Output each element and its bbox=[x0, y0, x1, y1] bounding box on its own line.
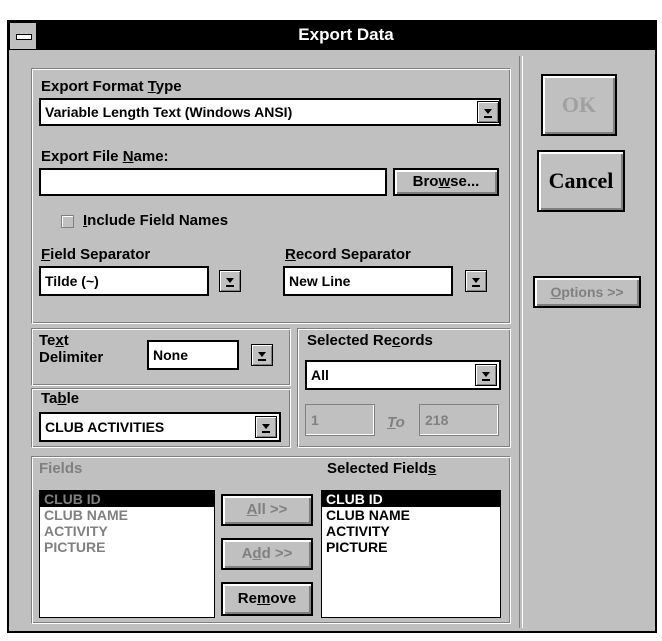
table-dropdown-button[interactable] bbox=[255, 416, 277, 438]
browse-button[interactable]: Browse... bbox=[393, 168, 499, 196]
available-fields-list[interactable]: CLUB ID CLUB NAME ACTIVITY PICTURE bbox=[39, 490, 215, 618]
list-item[interactable]: PICTURE bbox=[40, 539, 214, 555]
export-file-name-label: Export File Name: bbox=[41, 148, 169, 165]
list-item[interactable]: CLUB ID bbox=[322, 491, 500, 507]
record-separator-select[interactable]: New Line bbox=[283, 266, 453, 296]
field-separator-select[interactable]: Tilde (~) bbox=[39, 266, 209, 296]
field-separator-label: Field Separator bbox=[41, 246, 151, 263]
selected-fields-label: Selected Fields bbox=[327, 460, 437, 477]
right-divider bbox=[519, 56, 523, 628]
options-button[interactable]: Options >> bbox=[533, 276, 641, 308]
export-data-dialog: Export Data Export Format Type Variable … bbox=[7, 20, 657, 633]
export-file-name-input[interactable] bbox=[39, 168, 387, 196]
record-to-label: To bbox=[387, 414, 405, 431]
system-menu-icon bbox=[16, 34, 32, 40]
selected-fields-list[interactable]: CLUB ID CLUB NAME ACTIVITY PICTURE bbox=[321, 490, 501, 618]
field-separator-dropdown-button[interactable] bbox=[219, 270, 241, 292]
export-format-dropdown-button[interactable] bbox=[477, 101, 499, 123]
list-item[interactable]: PICTURE bbox=[322, 539, 500, 555]
list-item[interactable]: CLUB NAME bbox=[40, 507, 214, 523]
table-label: Table bbox=[41, 390, 80, 407]
include-field-names-checkbox[interactable] bbox=[61, 215, 74, 228]
title-bar: Export Data bbox=[9, 22, 655, 50]
ok-button[interactable]: OK bbox=[541, 74, 617, 136]
selected-records-select[interactable]: All bbox=[305, 360, 501, 390]
add-button[interactable]: Add >> bbox=[221, 538, 313, 570]
export-format-label: Export Format Type bbox=[41, 78, 182, 95]
list-item[interactable]: ACTIVITY bbox=[322, 523, 500, 539]
dropdown-arrow-icon bbox=[482, 372, 490, 381]
record-separator-dropdown-button[interactable] bbox=[465, 270, 487, 292]
dropdown-arrow-icon bbox=[226, 278, 234, 287]
record-separator-label: Record Separator bbox=[285, 246, 411, 263]
dropdown-arrow-icon bbox=[472, 278, 480, 287]
system-menu-button[interactable] bbox=[9, 22, 37, 50]
cancel-button[interactable]: Cancel bbox=[537, 150, 625, 212]
selected-records-dropdown-button[interactable] bbox=[475, 364, 497, 386]
table-select[interactable]: CLUB ACTIVITIES bbox=[39, 412, 281, 442]
text-delimiter-dropdown-button[interactable] bbox=[251, 344, 273, 366]
include-field-names-label[interactable]: Include Field Names bbox=[83, 212, 228, 229]
window-title: Export Data bbox=[298, 25, 394, 44]
dropdown-arrow-icon bbox=[262, 424, 270, 433]
dropdown-arrow-icon bbox=[484, 109, 492, 118]
text-delimiter-select[interactable]: None bbox=[147, 340, 239, 370]
record-from-input[interactable]: 1 bbox=[305, 404, 375, 436]
remove-button[interactable]: Remove bbox=[221, 582, 313, 616]
export-format-select[interactable]: Variable Length Text (Windows ANSI) bbox=[39, 98, 501, 126]
selected-records-label: Selected Records bbox=[307, 332, 433, 349]
add-all-button[interactable]: All >> bbox=[221, 494, 313, 526]
fields-label: Fields bbox=[39, 460, 83, 477]
list-item[interactable]: ACTIVITY bbox=[40, 523, 214, 539]
list-item[interactable]: CLUB ID bbox=[40, 491, 214, 507]
dropdown-arrow-icon bbox=[258, 352, 266, 361]
text-delimiter-label: Text Delimiter bbox=[39, 332, 104, 366]
record-to-input[interactable]: 218 bbox=[419, 404, 499, 436]
list-item[interactable]: CLUB NAME bbox=[322, 507, 500, 523]
